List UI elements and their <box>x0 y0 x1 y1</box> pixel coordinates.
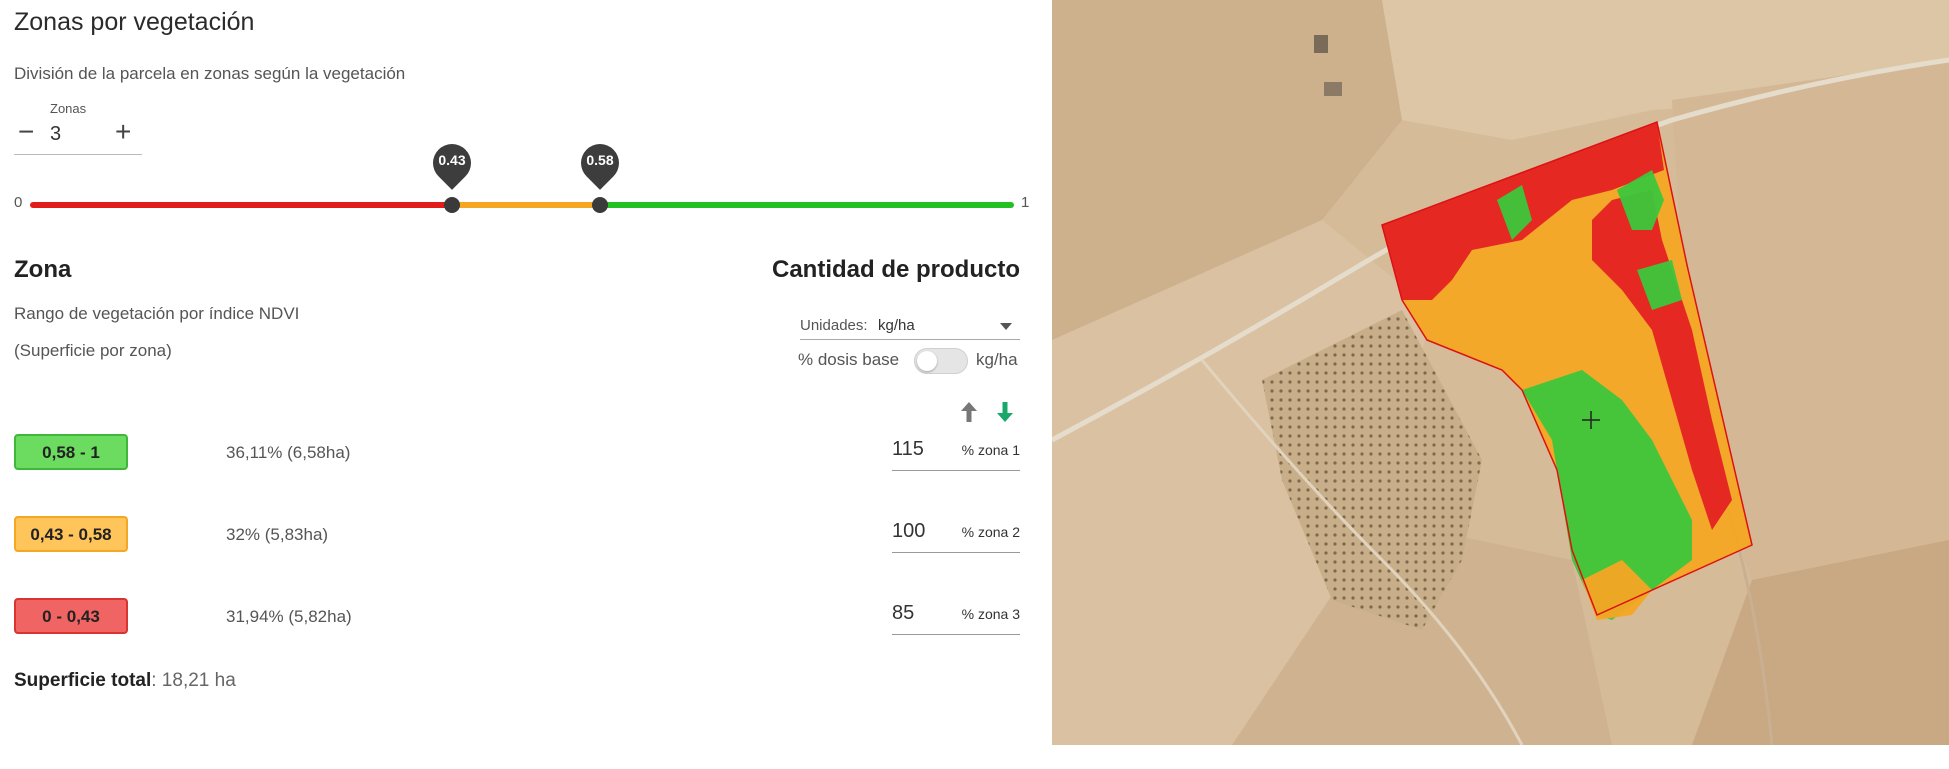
zones-panel: Zonas por vegetación División de la parc… <box>0 0 1050 769</box>
total-area-value: : 18,21 ha <box>151 670 236 691</box>
page-subtitle: División de la parcela en zonas según la… <box>14 64 406 83</box>
arrow-up-icon[interactable] <box>958 400 980 424</box>
area-per-zone-label: (Superficie por zona) <box>14 341 172 360</box>
zone-heading: Zona <box>14 256 72 283</box>
units-value: kg/ha <box>878 317 915 334</box>
zone-2-unit: % zona 2 <box>961 524 1020 540</box>
zone-1-range-badge: 0,58 - 1 <box>14 434 128 470</box>
product-quantity-heading: Cantidad de producto <box>772 256 1020 283</box>
slider-min-label: 0 <box>14 194 23 211</box>
slider-max-label: 1 <box>1021 194 1030 211</box>
toggle-knob <box>917 351 937 371</box>
threshold-pin-label-2: 0.58 <box>586 152 614 168</box>
ndvi-range-label: Rango de vegetación por índice NDVI <box>14 304 300 323</box>
slider-track-green <box>600 202 1014 208</box>
threshold-pin-label-1: 0.43 <box>438 152 466 168</box>
caret-down-icon <box>1000 323 1012 330</box>
slider-track-orange <box>452 202 600 208</box>
zone-3-quantity: 85 <box>892 602 915 624</box>
slider-track-red <box>30 202 452 208</box>
zone-3-quantity-field[interactable]: 85 % zona 3 <box>892 598 1020 635</box>
zone-2-area: 32% (5,83ha) <box>226 525 329 544</box>
zones-count-label: Zonas <box>50 101 87 116</box>
total-area: Superficie total: 18,21 ha <box>14 670 236 692</box>
zone-1-unit: % zona 1 <box>961 442 1020 458</box>
dosis-mode-toggle[interactable] <box>914 348 968 374</box>
threshold-handle-2[interactable] <box>592 197 608 213</box>
threshold-handle-1[interactable] <box>444 197 460 213</box>
zone-2-quantity: 100 <box>892 520 926 542</box>
zone-3-area: 31,94% (5,82ha) <box>226 607 352 626</box>
field-zones-map <box>1052 0 1949 745</box>
page-title: Zonas por vegetación <box>14 8 255 36</box>
ndvi-range-slider: 0 1 0.43 0.58 <box>0 136 1040 220</box>
zone-1-quantity-field[interactable]: 115 % zona 1 <box>892 434 1020 471</box>
zone-3-unit: % zona 3 <box>961 606 1020 622</box>
arrow-down-icon[interactable] <box>994 400 1016 424</box>
units-select[interactable]: Unidades: kg/ha <box>800 313 1020 340</box>
dosis-kgha-label: kg/ha <box>976 350 1018 369</box>
zone-1-quantity: 115 <box>892 438 924 460</box>
zone-3-range-badge: 0 - 0,43 <box>14 598 128 634</box>
total-area-label: Superficie total <box>14 670 152 691</box>
units-label: Unidades: <box>800 317 868 334</box>
zone-2-range-badge: 0,43 - 0,58 <box>14 516 128 552</box>
dosis-base-label: % dosis base <box>798 350 900 369</box>
zone-1-area: 36,11% (6,58ha) <box>226 443 351 462</box>
satellite-map[interactable] <box>1052 0 1949 745</box>
zone-2-quantity-field[interactable]: 100 % zona 2 <box>892 516 1020 553</box>
dosis-mode-row: % dosis base kg/ha <box>798 346 1022 376</box>
